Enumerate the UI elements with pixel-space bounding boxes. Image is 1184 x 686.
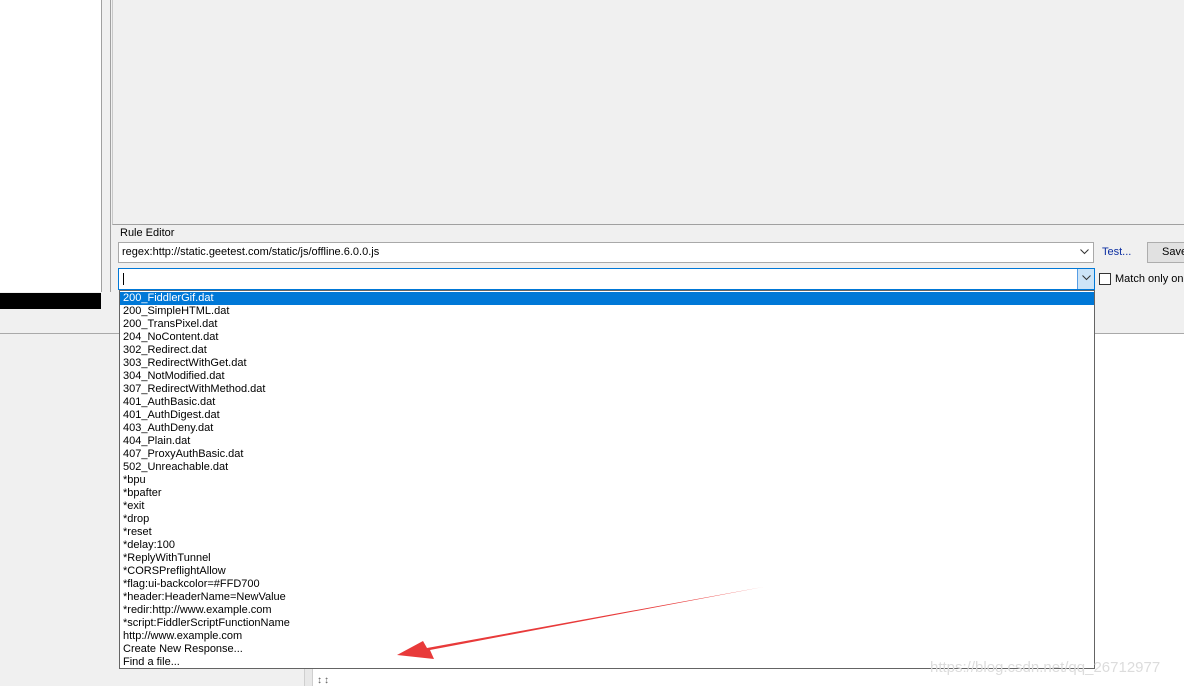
action-dropdown-list[interactable]: 200_FiddlerGif.dat 200_SimpleHTML.dat 200_… (119, 290, 1095, 669)
dropdown-item[interactable]: *bpafter (120, 487, 1094, 500)
match-only-once-checkbox[interactable] (1099, 273, 1111, 285)
text-caret (123, 273, 124, 285)
dropdown-item[interactable]: 304_NotModified.dat (120, 370, 1094, 383)
left-pane-status-bar (0, 293, 101, 309)
dropdown-item[interactable]: *delay:100 (120, 539, 1094, 552)
dropdown-item[interactable]: 303_RedirectWithGet.dat (120, 357, 1094, 370)
splitter-grip-icon: ↕↕ (317, 675, 331, 686)
dropdown-item[interactable]: 401_AuthBasic.dat (120, 396, 1094, 409)
autoresponder-rules-pane (112, 0, 1184, 225)
match-only-once-label: Match only once (1115, 273, 1184, 285)
dropdown-item[interactable]: *redir:http://www.example.com (120, 604, 1094, 617)
dropdown-item[interactable]: 404_Plain.dat (120, 435, 1094, 448)
dropdown-item[interactable]: 204_NoContent.dat (120, 331, 1094, 344)
rule-action-combobox[interactable] (118, 268, 1095, 290)
left-session-pane (0, 0, 102, 292)
dropdown-item[interactable]: *exit (120, 500, 1094, 513)
dropdown-item[interactable]: 307_RedirectWithMethod.dat (120, 383, 1094, 396)
dropdown-item[interactable]: http://www.example.com (120, 630, 1094, 643)
dropdown-item[interactable]: *ReplyWithTunnel (120, 552, 1094, 565)
dropdown-item[interactable]: 200_SimpleHTML.dat (120, 305, 1094, 318)
dropdown-item[interactable]: 200_FiddlerGif.dat (120, 292, 1094, 305)
chevron-down-icon[interactable] (1076, 243, 1093, 262)
dropdown-item[interactable]: Create New Response... (120, 643, 1094, 656)
rule-editor-label: Rule Editor (120, 227, 175, 239)
dropdown-item[interactable]: 302_Redirect.dat (120, 344, 1094, 357)
dropdown-item[interactable]: 403_AuthDeny.dat (120, 422, 1094, 435)
test-rule-link[interactable]: Test... (1102, 246, 1131, 258)
watermark: https://blog.csdn.net/qq_26712977 (930, 659, 1161, 676)
dropdown-item[interactable]: 407_ProxyAuthBasic.dat (120, 448, 1094, 461)
dropdown-item[interactable]: *flag:ui-backcolor=#FFD700 (120, 578, 1094, 591)
dropdown-item[interactable]: *bpu (120, 474, 1094, 487)
dropdown-item[interactable]: *drop (120, 513, 1094, 526)
dropdown-item[interactable]: *header:HeaderName=NewValue (120, 591, 1094, 604)
dropdown-item[interactable]: *reset (120, 526, 1094, 539)
rule-match-combobox[interactable]: regex:http://static.geetest.com/static/j… (118, 242, 1094, 263)
dropdown-item[interactable]: 502_Unreachable.dat (120, 461, 1094, 474)
dropdown-item[interactable]: *script:FiddlerScriptFunctionName (120, 617, 1094, 630)
dropdown-item[interactable]: 401_AuthDigest.dat (120, 409, 1094, 422)
save-button[interactable]: Save (1147, 242, 1184, 263)
dropdown-item[interactable]: *CORSPreflightAllow (120, 565, 1094, 578)
dropdown-item[interactable]: 200_TransPixel.dat (120, 318, 1094, 331)
chevron-down-icon[interactable] (1077, 269, 1094, 289)
rule-match-value: regex:http://static.geetest.com/static/j… (122, 246, 380, 258)
left-pane-splitter[interactable] (102, 0, 111, 292)
